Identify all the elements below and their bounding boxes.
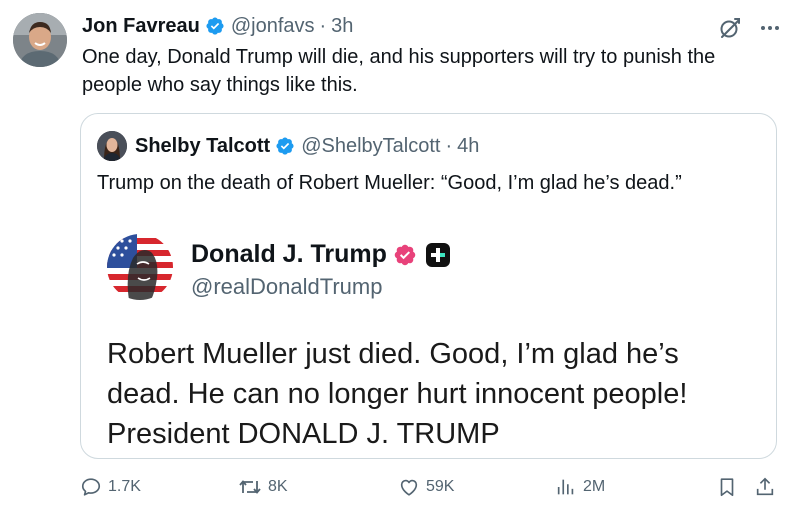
embedded-text-line: President DONALD J. TRUMP (107, 418, 500, 450)
share-button[interactable] (754, 476, 776, 498)
truth-verified-icon (393, 243, 417, 267)
post-action-bar: 1.7K 8K 59K 2M (80, 476, 780, 506)
post-text: One day, Donald Trump will die, and his … (82, 46, 716, 96)
reply-count: 1.7K (108, 478, 141, 495)
author-handle[interactable]: @jonfavs (231, 15, 315, 38)
bookmark-button[interactable] (716, 476, 738, 498)
bookmark-icon (716, 476, 738, 498)
repost-button[interactable]: 8K (238, 476, 288, 498)
reply-button[interactable]: 1.7K (80, 476, 141, 498)
separator-dot: · (319, 14, 327, 37)
embedded-author-handle: @realDonaldTrump (191, 274, 383, 299)
embedded-author-row: Donald J. Trump (191, 240, 451, 269)
views-count: 2M (583, 478, 606, 495)
embedded-text-line: dead. He can no longer hurt innocent peo… (107, 378, 688, 410)
truth-plus-icon (425, 242, 451, 268)
embedded-screenshot: Donald J. Trump @realDonaldTrump Robert … (107, 234, 757, 450)
like-icon (398, 476, 420, 498)
grok-icon[interactable] (718, 16, 742, 40)
post-time[interactable]: 3h (331, 15, 353, 38)
quote-time[interactable]: 4h (457, 135, 479, 158)
views-button[interactable]: 2M (555, 476, 605, 498)
separator-dot: · (445, 134, 453, 157)
reply-icon (80, 476, 102, 498)
repost-icon (238, 476, 262, 498)
more-icon[interactable] (758, 16, 782, 40)
author-name[interactable]: Jon Favreau (82, 15, 200, 38)
post-header: Jon Favreau @jonfavs · 3h (82, 12, 353, 40)
embedded-author-avatar (107, 234, 173, 300)
post-top-actions (718, 16, 782, 40)
quote-author-avatar[interactable] (97, 131, 127, 161)
embedded-text-line: Robert Mueller just died. Good, I’m glad… (107, 338, 679, 370)
quote-tweet-card[interactable]: Shelby Talcott @ShelbyTalcott · 4h Trump… (80, 113, 777, 459)
repost-count: 8K (268, 478, 288, 495)
quote-author-handle[interactable]: @ShelbyTalcott (301, 135, 440, 158)
like-button[interactable]: 59K (398, 476, 454, 498)
views-icon (555, 476, 577, 498)
avatar-image (13, 13, 67, 67)
quote-author-name[interactable]: Shelby Talcott (135, 135, 270, 158)
quote-text: Trump on the death of Robert Mueller: “G… (97, 172, 682, 194)
verified-badge-icon (205, 16, 225, 36)
author-avatar[interactable] (13, 13, 67, 67)
quote-header: Shelby Talcott @ShelbyTalcott · 4h (97, 130, 479, 162)
like-count: 59K (426, 478, 455, 495)
embedded-post-text: Robert Mueller just died. Good, I’m glad… (107, 334, 747, 454)
share-icon (754, 476, 776, 498)
embedded-author-name: Donald J. Trump (191, 240, 387, 268)
verified-badge-icon (275, 136, 295, 156)
